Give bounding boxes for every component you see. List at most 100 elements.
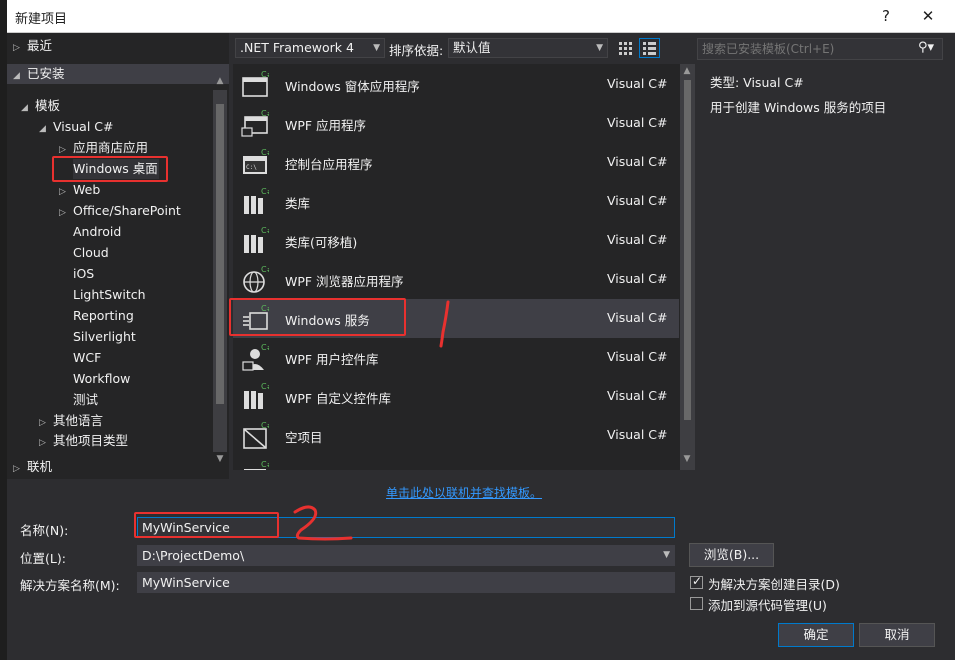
tree-item-office-sharepoint[interactable]: ▷ Office/SharePoint: [59, 201, 181, 221]
scroll-up-arrow-icon[interactable]: ▲: [680, 66, 694, 76]
expand-arrow-icon[interactable]: ▷: [39, 433, 53, 453]
windows-form-icon: C#: [242, 70, 269, 97]
template-row-empty-project[interactable]: C# 空项目 Visual C#: [233, 416, 679, 455]
tree-item-installed[interactable]: ◢ 已安装: [7, 64, 229, 84]
chevron-down-icon: ▼: [663, 550, 670, 560]
help-button[interactable]: ?: [871, 4, 901, 28]
svg-text:C#: C#: [261, 148, 269, 157]
tree-item-web[interactable]: ▷ Web: [59, 180, 100, 200]
expand-arrow-icon[interactable]: ▷: [39, 413, 53, 433]
template-row-wpf-app[interactable]: C# WPF 应用程序 Visual C#: [233, 104, 679, 143]
template-row-portable-library[interactable]: C# 类库(可移植) Visual C#: [233, 221, 679, 260]
tree-item-test[interactable]: 测试: [73, 390, 98, 410]
tree-item-lightswitch[interactable]: LightSwitch: [73, 285, 146, 305]
template-list-scrollbar[interactable]: ▲ ▼: [680, 64, 695, 470]
tree-item-online[interactable]: ▷ 联机: [13, 457, 52, 477]
search-input[interactable]: [698, 39, 908, 59]
source-control-label[interactable]: 添加到源代码管理(U): [708, 595, 827, 614]
browse-button[interactable]: 浏览(B)...: [689, 543, 774, 567]
chevron-down-icon: ▼: [373, 43, 380, 53]
scroll-down-arrow-icon[interactable]: ▼: [680, 454, 694, 464]
tree-item-ios[interactable]: iOS: [73, 264, 94, 284]
annotation-box-project-name: [134, 512, 279, 538]
collapse-arrow-icon[interactable]: ◢: [21, 98, 35, 118]
tree-item-workflow[interactable]: Workflow: [73, 369, 130, 389]
template-list-scrollbar-thumb[interactable]: [684, 80, 691, 420]
tree-item-recent[interactable]: ▷ 最近: [13, 36, 52, 56]
cancel-button[interactable]: 取消: [859, 623, 935, 647]
annotation-mark-one: [439, 300, 450, 348]
svg-text:C#: C#: [261, 460, 269, 469]
class-library-icon: C#: [244, 187, 269, 214]
wpf-app-icon: C#: [241, 109, 269, 137]
template-icon: C#: [244, 460, 269, 470]
svg-text:C:\: C:\: [246, 164, 257, 171]
close-button[interactable]: ✕: [913, 4, 943, 28]
name-label: 名称(N):: [20, 523, 69, 538]
tree-item-silverlight[interactable]: Silverlight: [73, 327, 136, 347]
tree-scrollbar[interactable]: ▲ ▼: [213, 76, 227, 464]
wpf-user-control-icon: C#: [242, 343, 269, 371]
template-row-class-library[interactable]: C# 类库 Visual C#: [233, 182, 679, 221]
svg-text:C#: C#: [261, 382, 269, 391]
tree-item-other-project-types[interactable]: ▷ 其他项目类型: [39, 431, 128, 451]
ok-button[interactable]: 确定: [778, 623, 854, 647]
list-view-icon: [643, 42, 656, 55]
small-icons-view-button[interactable]: [615, 38, 635, 58]
template-type: 类型: Visual C#: [710, 75, 804, 90]
portable-library-icon: C#: [244, 226, 269, 253]
expand-arrow-icon[interactable]: ▷: [59, 182, 73, 202]
template-row-wpf-user-control[interactable]: C# WPF 用户控件库 Visual C#: [233, 338, 679, 377]
svg-text:C#: C#: [261, 226, 269, 235]
tree-item-templates[interactable]: ◢ 模板: [21, 96, 60, 116]
tree-item-visual-csharp[interactable]: ◢ Visual C#: [39, 117, 114, 137]
template-row-partial[interactable]: C#: [233, 455, 679, 470]
tree-item-store-apps[interactable]: ▷ 应用商店应用: [59, 138, 148, 158]
tree-item-wcf[interactable]: WCF: [73, 348, 101, 368]
svg-text:C#: C#: [261, 421, 269, 430]
tree-item-reporting[interactable]: Reporting: [73, 306, 134, 326]
solution-name-input[interactable]: [137, 572, 675, 593]
source-control-checkbox[interactable]: [690, 597, 703, 610]
background-window-strip: [0, 0, 7, 660]
sort-dropdown[interactable]: 默认值 ▼: [448, 38, 608, 58]
tree-item-android[interactable]: Android: [73, 222, 121, 242]
empty-project-icon: C#: [243, 421, 269, 449]
template-row-wpf-custom-control[interactable]: C# WPF 自定义控件库 Visual C#: [233, 377, 679, 416]
location-dropdown[interactable]: D:\ProjectDemo\ ▼: [137, 545, 675, 566]
collapse-arrow-icon[interactable]: ◢: [13, 66, 27, 86]
expand-arrow-icon[interactable]: ▷: [59, 203, 73, 223]
template-row-windows-forms[interactable]: C# Windows 窗体应用程序 Visual C#: [233, 65, 679, 104]
template-search-box[interactable]: ⚲▾: [697, 38, 943, 60]
svg-text:C#: C#: [261, 343, 269, 352]
list-view-button[interactable]: [639, 38, 660, 58]
search-icon[interactable]: ⚲▾: [918, 40, 934, 55]
tree-item-cloud[interactable]: Cloud: [73, 243, 109, 263]
template-category-tree: ▷ 最近 ◢ 已安装 ◢ 模板 ◢ Visual C# ▷ 应用商店应用 Windows …: [7, 33, 229, 479]
console-app-icon: C:\ C#: [243, 148, 269, 174]
online-templates-link[interactable]: 单击此处以联机并查找模板。: [386, 484, 542, 501]
svg-text:C#: C#: [261, 187, 269, 196]
svg-text:C#: C#: [261, 109, 269, 118]
location-label: 位置(L):: [20, 551, 66, 566]
sort-label: 排序依据:: [389, 43, 444, 58]
annotation-box-windows-service: [229, 298, 406, 336]
collapse-arrow-icon[interactable]: ◢: [39, 119, 53, 139]
wpf-browser-icon: C#: [243, 265, 269, 293]
scroll-down-arrow-icon[interactable]: ▼: [213, 454, 227, 464]
create-directory-label[interactable]: 为解决方案创建目录(D): [708, 574, 840, 593]
expand-arrow-icon[interactable]: ▷: [13, 459, 27, 479]
template-row-wpf-browser[interactable]: C# WPF 浏览器应用程序 Visual C#: [233, 260, 679, 299]
svg-text:C#: C#: [261, 70, 269, 79]
annotation-box-windows-desktop: [52, 156, 168, 182]
annotation-mark-two: [293, 505, 353, 541]
scroll-up-arrow-icon[interactable]: ▲: [213, 76, 227, 86]
tree-item-other-languages[interactable]: ▷ 其他语言: [39, 411, 103, 431]
template-row-console-app[interactable]: C:\C# 控制台应用程序 Visual C#: [233, 143, 679, 182]
framework-dropdown[interactable]: .NET Framework 4 ▼: [235, 38, 385, 58]
expand-arrow-icon[interactable]: ▷: [13, 38, 27, 58]
template-description: 用于创建 Windows 服务的项目: [710, 100, 887, 115]
tree-scrollbar-thumb[interactable]: [216, 104, 224, 404]
create-directory-checkbox[interactable]: [690, 574, 703, 589]
template-list: C# Windows 窗体应用程序 Visual C# C# WPF 应用程序 …: [233, 64, 695, 470]
